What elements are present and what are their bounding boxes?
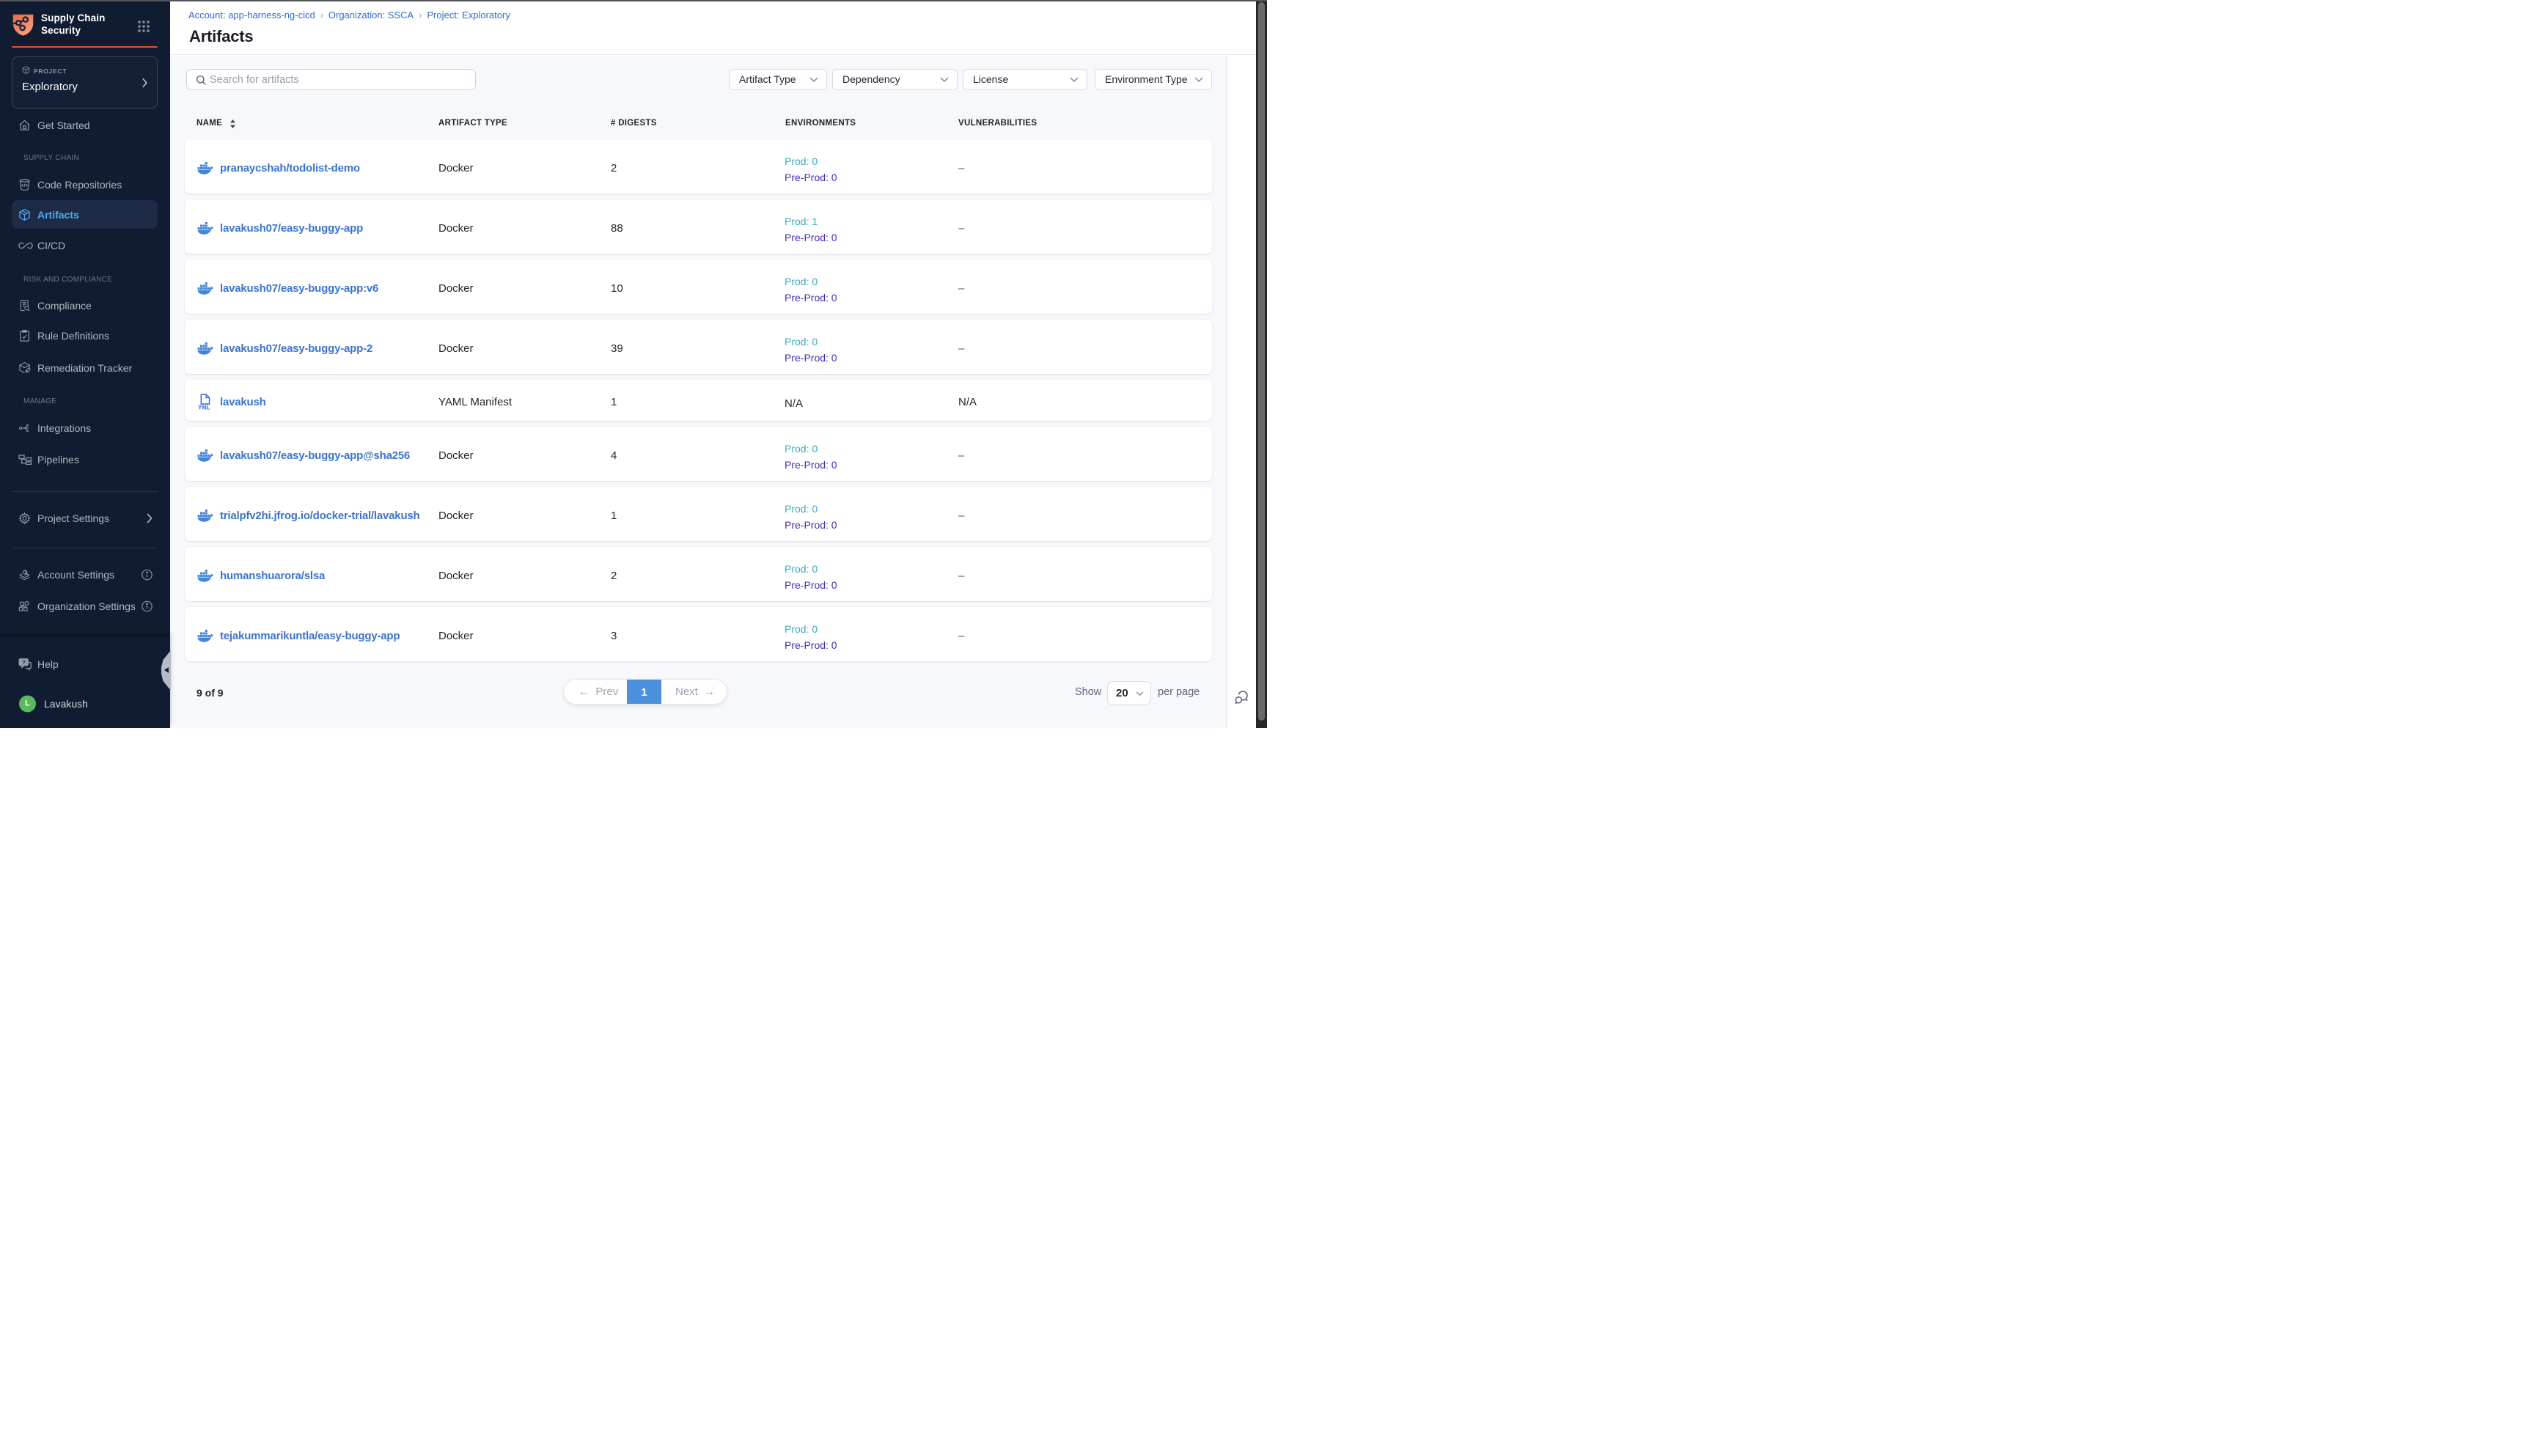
svg-text:?: ? [22, 659, 26, 666]
